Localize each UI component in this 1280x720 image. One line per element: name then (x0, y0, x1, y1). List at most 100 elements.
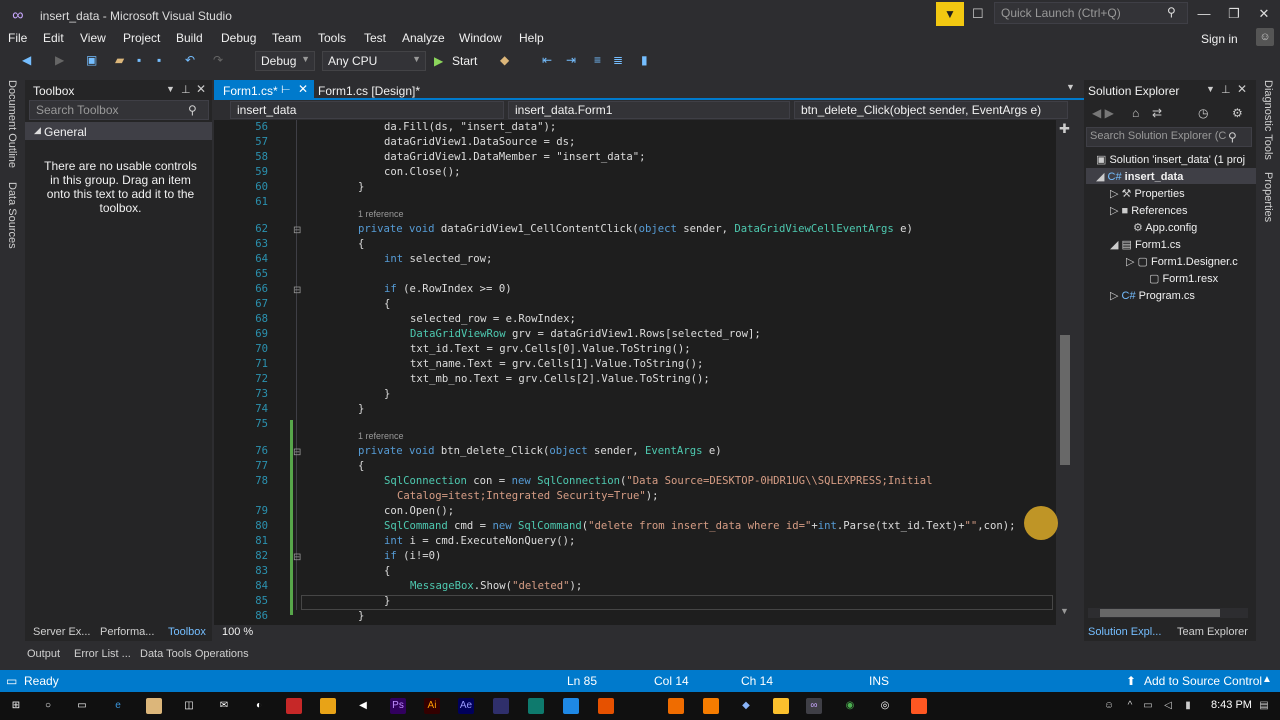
app-icon[interactable] (563, 698, 579, 714)
uncomment-icon[interactable]: ≣ (613, 53, 623, 67)
tab-solution-explorer[interactable]: Solution Expl... (1088, 626, 1161, 638)
expand-icon[interactable]: ▷ (1126, 256, 1138, 268)
collapse-icon[interactable]: ⊟ (293, 447, 301, 458)
menu-project[interactable]: Project (123, 31, 160, 45)
menu-test[interactable]: Test (364, 31, 386, 45)
member-dropdown[interactable]: btn_delete_Click(object sender, EventArg… (794, 101, 1068, 119)
tree-item-appconfig[interactable]: ⚙ App.config (1133, 221, 1197, 234)
search-icon[interactable]: ⚲ (188, 103, 197, 117)
menu-window[interactable]: Window (459, 31, 502, 45)
source-control-icon[interactable]: ⬆ (1126, 674, 1136, 688)
save-icon[interactable]: ▪ (137, 53, 141, 67)
app-icon[interactable]: ◀ (355, 698, 371, 714)
windows-start-icon[interactable]: ⊞ (8, 698, 24, 714)
scrollbar-thumb[interactable] (1060, 335, 1070, 465)
menu-tools[interactable]: Tools (318, 31, 346, 45)
volume-icon[interactable]: ◁ (1160, 698, 1176, 714)
toolbox-search-input[interactable]: Search Toolbox (29, 100, 209, 120)
scroll-down-icon[interactable]: ▼ (1060, 606, 1069, 616)
clock[interactable]: 8:43 PM (1211, 699, 1252, 711)
settings-icon[interactable]: ⚙ (1232, 106, 1243, 120)
tree-item-solution[interactable]: ▣ Solution 'insert_data' (1 proj (1096, 153, 1245, 166)
expand-icon[interactable]: ◢ (1110, 239, 1122, 251)
app-icon[interactable] (528, 698, 544, 714)
source-control-menu-icon[interactable]: ▲ (1262, 674, 1272, 685)
tree-item-form1[interactable]: ◢ ▤ Form1.cs (1110, 238, 1181, 251)
bookmark-icon[interactable]: ▮ (641, 53, 648, 67)
split-icon[interactable]: ✚ (1059, 121, 1070, 137)
menu-edit[interactable]: Edit (43, 31, 64, 45)
home-icon[interactable]: ⌂ (1132, 106, 1139, 120)
menu-team[interactable]: Team (272, 31, 301, 45)
menu-file[interactable]: File (8, 31, 27, 45)
search-icon[interactable]: ○ (40, 698, 56, 714)
configuration-select[interactable]: Debug ▼ (255, 51, 315, 71)
visual-studio-taskbar-icon[interactable]: ∞ (806, 698, 822, 714)
pin-icon[interactable]: ⊥ (1221, 83, 1231, 96)
collapse-icon[interactable]: ⊟ (293, 552, 301, 563)
save-all-icon[interactable]: ▪ (157, 53, 161, 67)
new-project-icon[interactable]: ▣ (86, 53, 97, 67)
start-button[interactable]: Start (452, 54, 477, 68)
reference-count[interactable]: 1 reference (358, 431, 404, 442)
close-icon[interactable]: ✕ (196, 82, 206, 96)
document-outline-tab[interactable]: Document Outline (6, 80, 18, 168)
menu-view[interactable]: View (80, 31, 106, 45)
edge-browser-icon[interactable]: e (110, 698, 126, 714)
collapse-icon[interactable]: ⊟ (293, 285, 301, 296)
platform-select[interactable]: Any CPU ▼ (322, 51, 426, 71)
diagnostic-tools-tab[interactable]: Diagnostic Tools (1262, 80, 1274, 160)
tab-form1-design[interactable]: Form1.cs [Design]* (318, 84, 420, 98)
undo-icon[interactable]: ↶ (185, 53, 195, 67)
collapse-icon[interactable]: ⊟ (293, 225, 301, 236)
tab-error-list[interactable]: Error List ... (74, 648, 131, 660)
collapse-icon[interactable]: ◢ (34, 125, 41, 136)
mail-icon[interactable]: ✉ (216, 698, 232, 714)
store-icon[interactable]: ◫ (181, 698, 197, 714)
notifications-icon[interactable]: ▤ (1256, 698, 1272, 714)
comment-icon[interactable]: ≡ (594, 53, 601, 67)
tab-data-tools-operations[interactable]: Data Tools Operations (140, 648, 249, 660)
media-icon[interactable]: ◐ (251, 698, 267, 714)
close-icon[interactable]: ✕ (1254, 6, 1274, 22)
add-to-source-control-button[interactable]: Add to Source Control (1144, 674, 1262, 688)
app-icon[interactable] (773, 698, 789, 714)
back-icon[interactable]: ◀ ▶ (1092, 106, 1114, 120)
account-icon[interactable]: ☺ (1256, 28, 1274, 46)
expand-icon[interactable]: ▷ (1110, 205, 1122, 217)
tab-list-icon[interactable]: ▼ (1066, 82, 1075, 92)
chrome-icon[interactable]: ◉ (842, 698, 858, 714)
tab-performance[interactable]: Performa... (100, 626, 154, 638)
app-icon[interactable] (668, 698, 684, 714)
app-icon[interactable] (911, 698, 927, 714)
menu-help[interactable]: Help (519, 31, 544, 45)
menu-analyze[interactable]: Analyze (402, 31, 445, 45)
search-icon[interactable]: ⚲ (1228, 130, 1237, 144)
zoom-level[interactable]: 100 % (222, 626, 253, 638)
network-icon[interactable]: ▭ (1140, 698, 1156, 714)
start-icon[interactable]: ▶ (434, 54, 443, 68)
pin-icon[interactable]: ⊢ (281, 83, 291, 96)
expand-icon[interactable]: ◢ (1096, 171, 1108, 183)
dropdown-icon[interactable]: ▼ (166, 84, 175, 94)
dropdown-icon[interactable]: ▼ (1206, 84, 1215, 94)
history-icon[interactable]: ◷ (1198, 106, 1208, 120)
people-icon[interactable]: ☺ (1101, 698, 1117, 714)
tree-item-form1-designer[interactable]: ▷ ▢ Form1.Designer.c (1126, 255, 1238, 268)
app-icon[interactable] (598, 698, 614, 714)
expand-icon[interactable]: ▷ (1110, 290, 1122, 302)
tab-server-explorer[interactable]: Server Ex... (33, 626, 90, 638)
app-icon[interactable] (286, 698, 302, 714)
tab-output[interactable]: Output (27, 648, 60, 660)
file-explorer-icon[interactable] (146, 698, 162, 714)
maximize-icon[interactable]: ❐ (1224, 6, 1244, 22)
menu-build[interactable]: Build (176, 31, 203, 45)
show-hidden-icons[interactable]: ^ (1122, 698, 1138, 714)
quick-launch-input[interactable]: Quick Launch (Ctrl+Q) (994, 2, 1188, 24)
back-icon[interactable]: ◀ (22, 53, 31, 67)
tab-team-explorer[interactable]: Team Explorer (1177, 626, 1248, 638)
tree-item-program[interactable]: ▷ C# Program.cs (1110, 289, 1195, 302)
tab-toolbox[interactable]: Toolbox (168, 626, 206, 638)
feedback-icon[interactable]: ☐ (972, 6, 984, 22)
close-icon[interactable]: ✕ (1237, 82, 1247, 96)
